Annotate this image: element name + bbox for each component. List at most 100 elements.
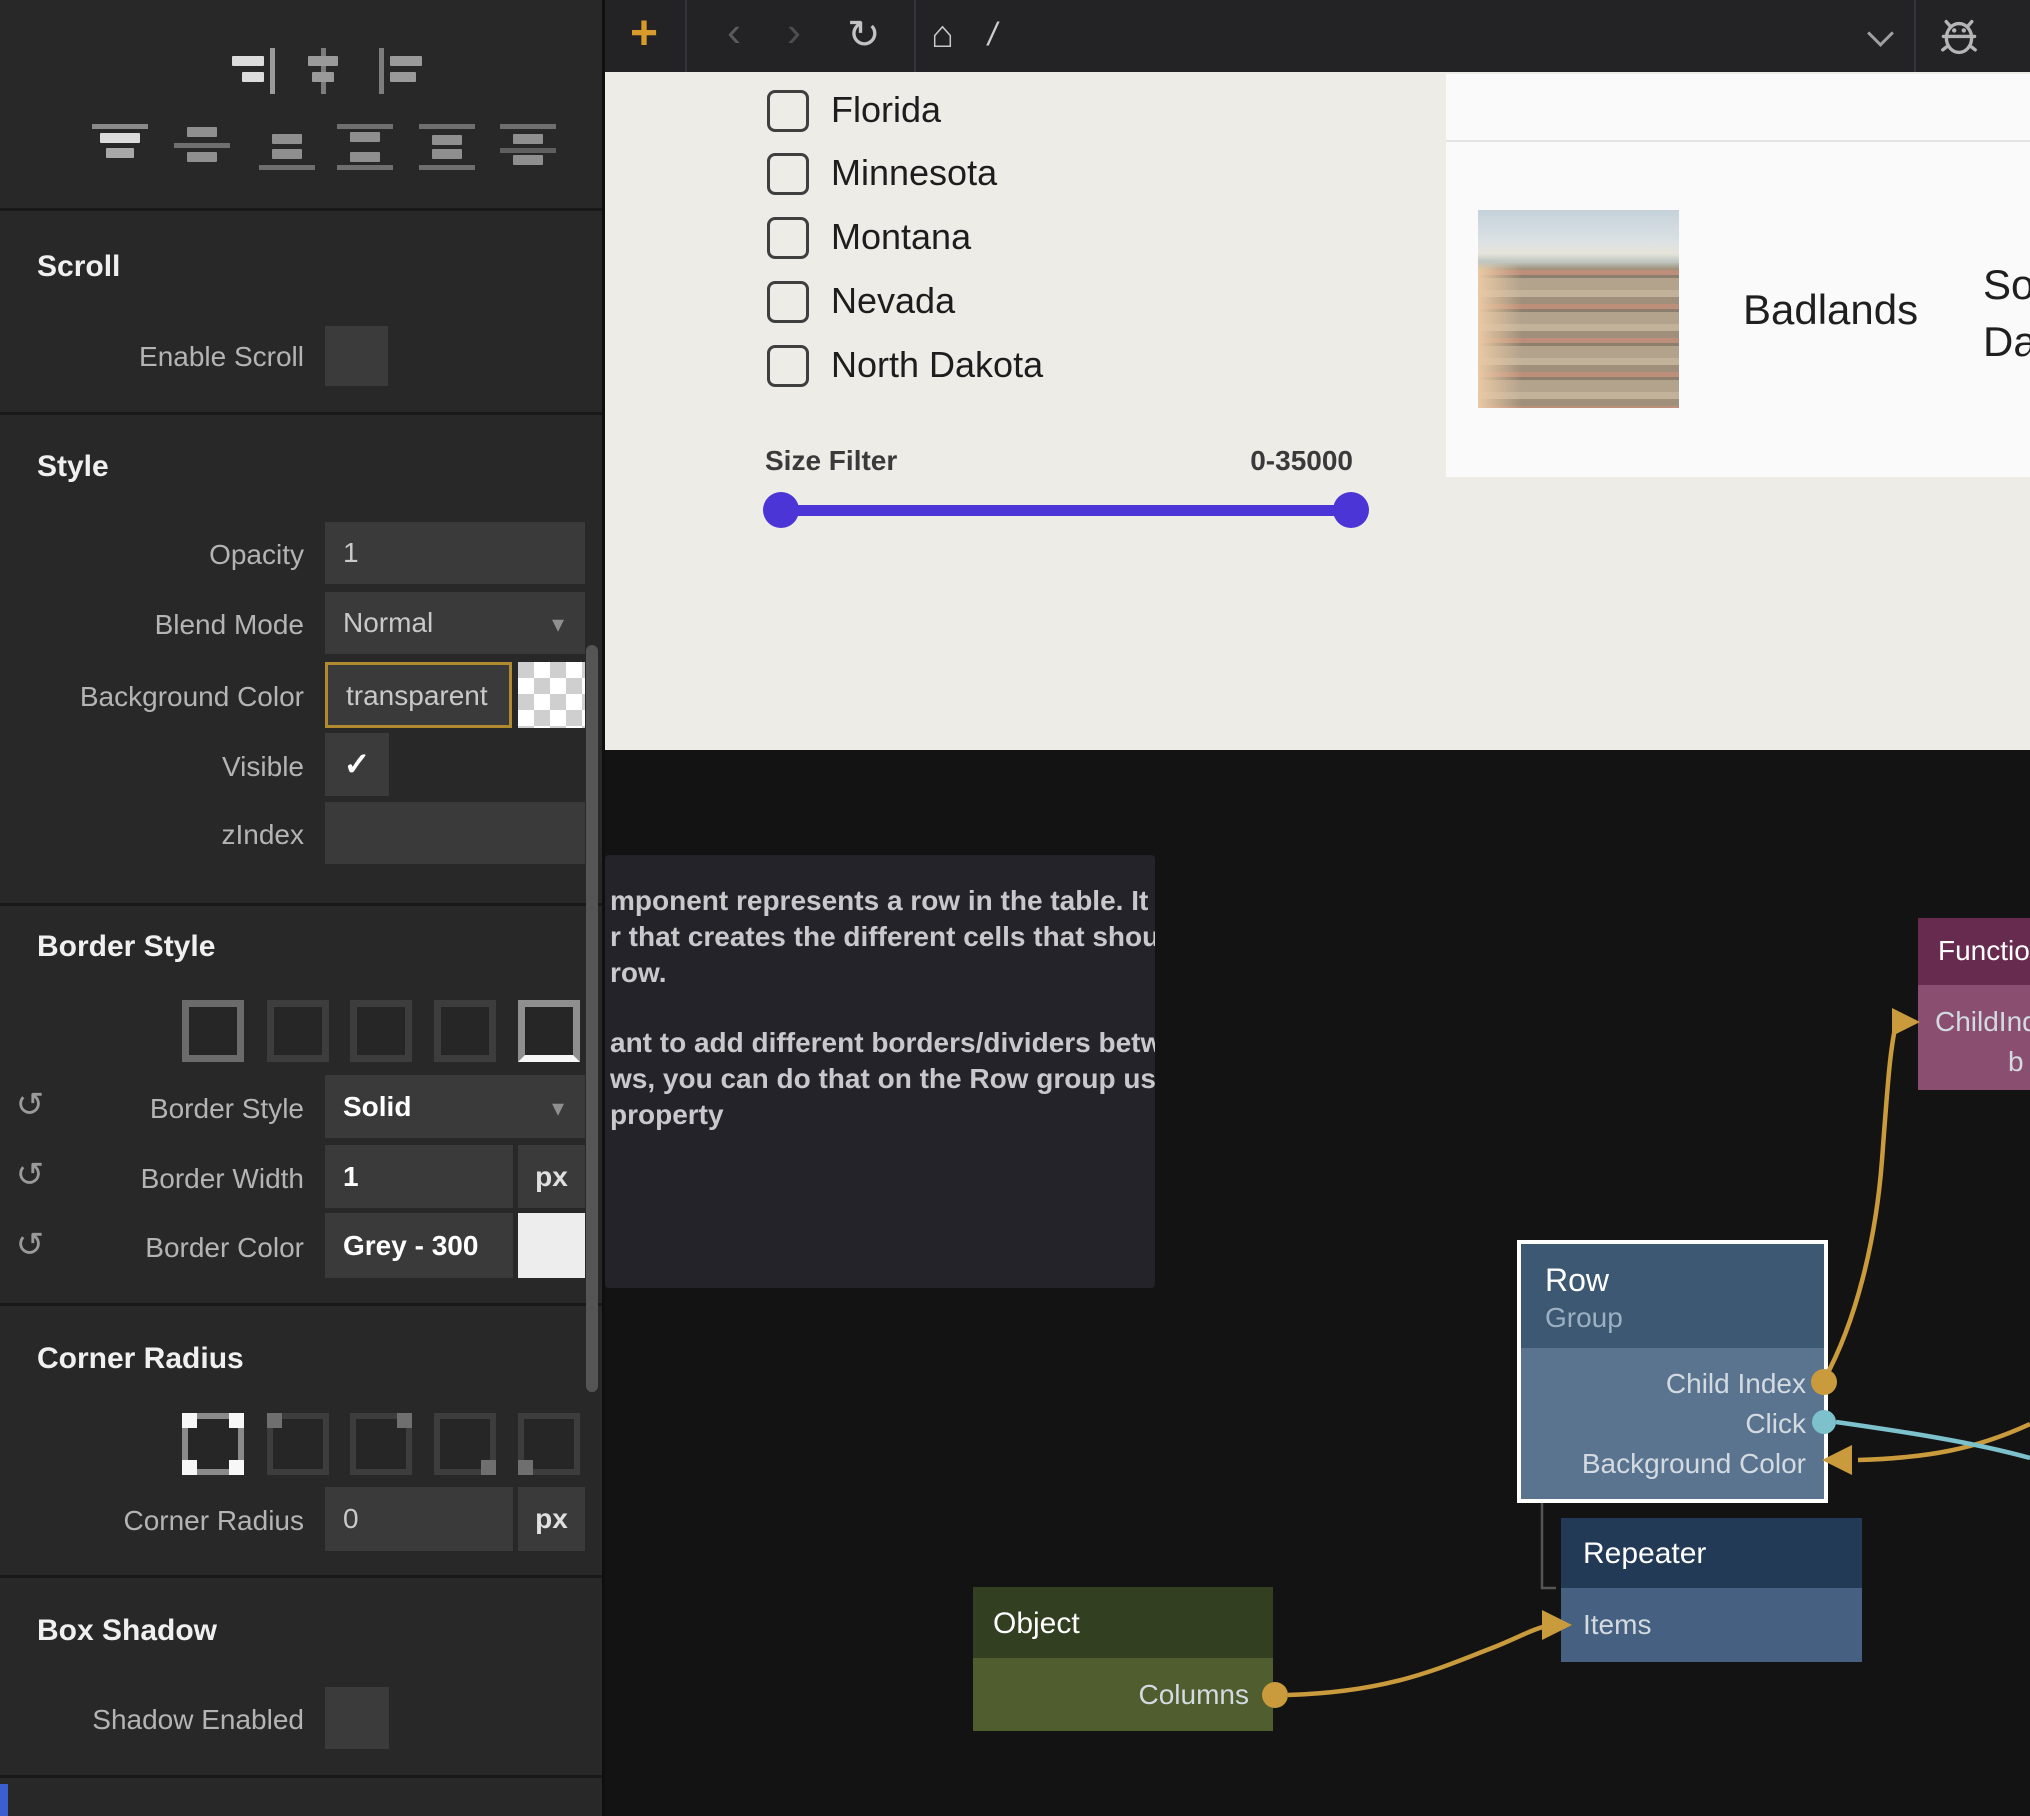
node-row-group[interactable]: Row Group Child Index Click Background C… bbox=[1517, 1240, 1828, 1503]
debug-bug-icon[interactable] bbox=[1935, 12, 1983, 60]
url-path[interactable]: / bbox=[988, 16, 997, 53]
border-right-side-button[interactable] bbox=[350, 1000, 412, 1062]
port-fragment[interactable]: b bbox=[2008, 1046, 2024, 1078]
state-checkbox[interactable] bbox=[767, 153, 809, 195]
state-checkbox[interactable] bbox=[767, 217, 809, 259]
state-label: Minnesota bbox=[831, 152, 997, 194]
preview-toolbar: + ‹ › ↻ ⌂ / bbox=[605, 0, 2030, 72]
wire-into-background-color bbox=[1858, 1424, 2030, 1460]
border-width-unit: px bbox=[518, 1145, 585, 1208]
toolbar-separator bbox=[914, 0, 916, 72]
corner-bottom-left-button[interactable] bbox=[518, 1413, 580, 1475]
background-color-swatch[interactable] bbox=[518, 662, 585, 728]
node-title: Repeater bbox=[1583, 1537, 1706, 1571]
section-divider bbox=[0, 903, 602, 906]
state-checkbox[interactable] bbox=[767, 345, 809, 387]
selection-indicator bbox=[0, 1784, 8, 1816]
corner-bottom-right-button[interactable] bbox=[434, 1413, 496, 1475]
add-tab-button[interactable]: + bbox=[630, 6, 658, 61]
slider-handle-max[interactable] bbox=[1333, 492, 1369, 528]
border-bottom-side-button[interactable] bbox=[518, 1000, 580, 1062]
wire-childindex-function bbox=[1824, 1024, 1896, 1380]
align-top-icon[interactable] bbox=[92, 124, 148, 170]
border-all-sides-button[interactable] bbox=[182, 1000, 244, 1062]
park-state-line: Sou bbox=[1983, 256, 2030, 313]
enable-scroll-label: Enable Scroll bbox=[0, 340, 304, 374]
node-object[interactable]: Object Columns bbox=[973, 1587, 1273, 1731]
node-title: Function bbox=[1938, 935, 2030, 967]
corner-radius-input[interactable]: 0 bbox=[325, 1487, 513, 1551]
slider-handle-min[interactable] bbox=[763, 492, 799, 528]
state-checkbox[interactable] bbox=[767, 90, 809, 132]
space-evenly-icon[interactable] bbox=[500, 124, 556, 170]
border-style-select[interactable]: Solid bbox=[325, 1075, 585, 1138]
tooltip-line: ws, you can do that on the Row group usi… bbox=[610, 1061, 1155, 1096]
hierarchy-connector bbox=[1542, 1503, 1556, 1588]
center-horizontal-icon[interactable] bbox=[295, 48, 351, 94]
opacity-input[interactable]: 1 bbox=[325, 522, 585, 584]
wire-click-out bbox=[1836, 1422, 2030, 1458]
node-repeater[interactable]: Repeater Items bbox=[1561, 1518, 1862, 1662]
border-color-input[interactable]: Grey - 300 bbox=[325, 1213, 513, 1278]
enable-scroll-checkbox[interactable] bbox=[325, 326, 388, 386]
port-child-index[interactable]: ChildIndex bbox=[1935, 1006, 2030, 1038]
zindex-input[interactable] bbox=[325, 802, 585, 864]
tooltip-line: mponent represents a row in the table. I… bbox=[610, 883, 1155, 918]
border-color-swatch[interactable] bbox=[518, 1213, 585, 1278]
toolbar-separator bbox=[1914, 0, 1916, 72]
properties-panel: Scroll Enable Scroll Style Opacity 1 Ble… bbox=[0, 0, 605, 1816]
border-top-side-button[interactable] bbox=[267, 1000, 329, 1062]
tooltip-line: property bbox=[610, 1097, 1155, 1132]
center-vertical-icon[interactable] bbox=[174, 124, 230, 170]
space-between-icon[interactable] bbox=[337, 124, 393, 170]
section-divider bbox=[0, 1303, 602, 1306]
corner-radius-section-title: Corner Radius bbox=[37, 1342, 244, 1376]
corner-top-right-button[interactable] bbox=[350, 1413, 412, 1475]
node-title: Object bbox=[993, 1607, 1080, 1641]
background-color-input[interactable]: transparent bbox=[325, 662, 512, 728]
corner-all-button[interactable] bbox=[182, 1413, 244, 1475]
space-around-icon[interactable] bbox=[419, 124, 475, 170]
tooltip-line: r that creates the different cells that … bbox=[610, 919, 1155, 954]
port-child-index[interactable]: Child Index bbox=[1666, 1368, 1806, 1400]
forward-icon[interactable]: › bbox=[787, 8, 801, 56]
app-window: Scroll Enable Scroll Style Opacity 1 Ble… bbox=[0, 0, 2030, 1816]
panel-scrollbar[interactable] bbox=[586, 645, 598, 1392]
shadow-enabled-checkbox[interactable] bbox=[325, 1687, 389, 1749]
chevron-down-icon: ▾ bbox=[552, 1094, 564, 1123]
port-click[interactable]: Click bbox=[1745, 1408, 1806, 1440]
chevron-down-icon[interactable] bbox=[1867, 20, 1894, 47]
size-filter-label: Size Filter bbox=[765, 445, 897, 477]
table-card: Badlands Sou Dak bbox=[1446, 74, 2030, 477]
border-left-side-button[interactable] bbox=[434, 1000, 496, 1062]
port-columns[interactable]: Columns bbox=[1139, 1679, 1249, 1711]
border-width-input[interactable]: 1 bbox=[325, 1145, 513, 1208]
box-shadow-section-title: Box Shadow bbox=[37, 1614, 217, 1648]
reload-icon[interactable]: ↻ bbox=[847, 12, 881, 58]
size-filter-range: 0-35000 bbox=[1150, 445, 1353, 477]
corner-radius-label: Corner Radius bbox=[0, 1504, 304, 1538]
state-label: Florida bbox=[831, 89, 941, 131]
state-label: Montana bbox=[831, 216, 971, 258]
chevron-down-icon: ▾ bbox=[552, 610, 564, 639]
blend-mode-select[interactable]: Normal bbox=[325, 592, 585, 654]
port-background-color[interactable]: Background Color bbox=[1582, 1448, 1806, 1480]
visible-checkbox[interactable]: ✓ bbox=[325, 733, 389, 796]
port-items[interactable]: Items bbox=[1583, 1609, 1651, 1641]
align-bottom-icon[interactable] bbox=[259, 124, 315, 170]
home-icon[interactable]: ⌂ bbox=[931, 14, 954, 57]
back-icon[interactable]: ‹ bbox=[727, 8, 741, 56]
node-function[interactable]: Function ChildIndex b bbox=[1918, 918, 2030, 1090]
align-right-icon[interactable] bbox=[219, 48, 275, 94]
corner-top-left-button[interactable] bbox=[267, 1413, 329, 1475]
toolbar-separator bbox=[685, 0, 687, 72]
visible-label: Visible bbox=[0, 750, 304, 784]
state-checkbox[interactable] bbox=[767, 281, 809, 323]
border-style-section-title: Border Style bbox=[37, 930, 215, 964]
table-header-divider bbox=[1446, 140, 2030, 142]
section-divider bbox=[0, 1575, 602, 1578]
range-slider-track[interactable] bbox=[783, 505, 1353, 516]
align-left-icon[interactable] bbox=[379, 48, 435, 94]
blend-mode-label: Blend Mode bbox=[0, 608, 304, 642]
tooltip-line: row. bbox=[610, 955, 1155, 990]
